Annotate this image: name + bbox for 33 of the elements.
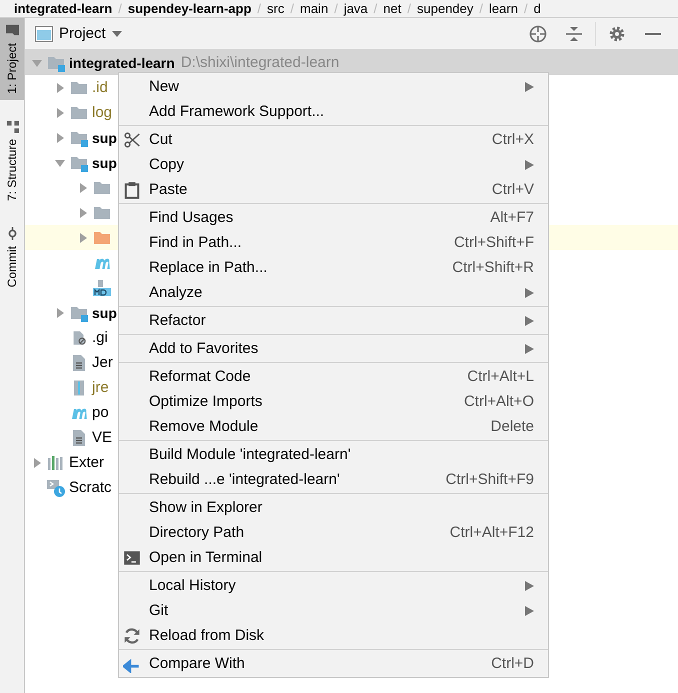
shortcut-label: Delete xyxy=(490,418,534,435)
shortcut-label: Ctrl+Shift+F9 xyxy=(446,471,534,488)
tree-item-label: sup xyxy=(92,304,117,320)
breadcrumb-separator: / xyxy=(334,1,338,16)
shortcut-label: Ctrl+V xyxy=(492,181,534,198)
shortcut-label: Ctrl+X xyxy=(492,131,534,148)
tree-item-label: sup xyxy=(92,154,117,170)
shortcut-label: Ctrl+Shift+F xyxy=(454,234,534,251)
breadcrumb-separator: / xyxy=(479,1,484,16)
tree-item-label: log xyxy=(92,104,112,121)
shortcut-label: Ctrl+Alt+F12 xyxy=(450,524,534,541)
tree-item-label: jre xyxy=(92,379,109,396)
tree-item-label: integrated-learn xyxy=(69,54,175,70)
shortcut-label: Ctrl+Alt+L xyxy=(467,368,534,385)
breadcrumb-separator: / xyxy=(290,1,294,16)
tree-item-label: po xyxy=(92,404,109,421)
breadcrumb-separator: / xyxy=(374,1,378,16)
tree-item-label: Jer xyxy=(92,354,113,371)
breadcrumb-separator: / xyxy=(524,1,528,16)
tree-item-path: D:\shixi\integrated-learn xyxy=(180,54,340,71)
breadcrumb-separator: / xyxy=(257,1,262,16)
shortcut-label: Alt+F7 xyxy=(490,209,534,226)
breadcrumb-separator: / xyxy=(118,1,122,16)
tree-item-label: Scratc xyxy=(69,479,112,496)
shortcut-label: Ctrl+Shift+R xyxy=(452,259,534,276)
tree-item-label: VE xyxy=(92,429,112,446)
shortcut-label: Ctrl+Alt+O xyxy=(464,393,534,410)
tree-item-label: .id xyxy=(92,79,108,96)
tree-item-label: Exter xyxy=(69,454,104,471)
shortcut-label: Ctrl+D xyxy=(491,655,534,672)
breadcrumb-separator: / xyxy=(407,1,411,16)
tree-item-label: .gi xyxy=(92,329,108,346)
tree-item-label: sup xyxy=(92,130,117,146)
